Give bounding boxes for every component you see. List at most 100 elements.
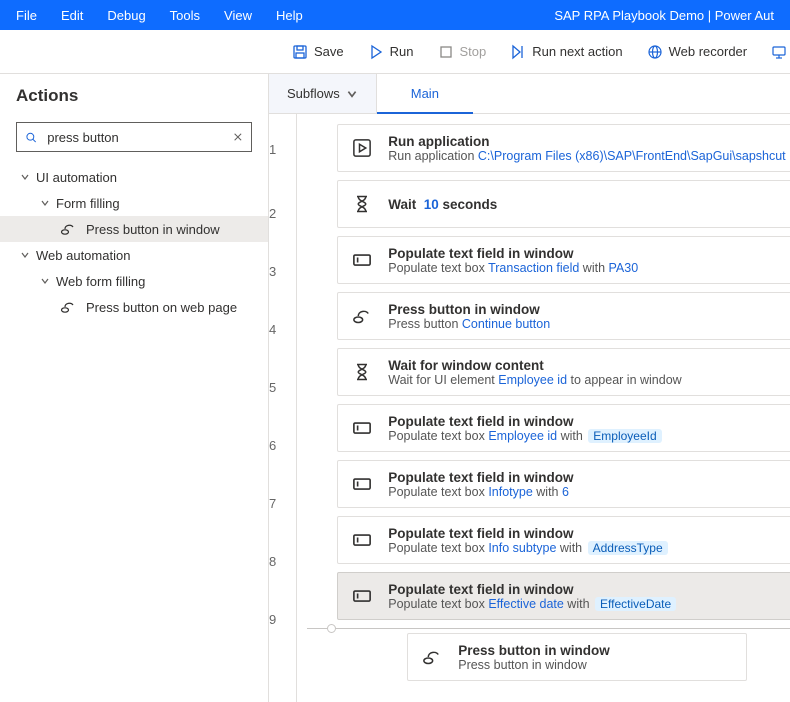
press-icon [422, 647, 442, 667]
flow-step[interactable]: Populate text field in window Populate t… [337, 460, 790, 508]
tree-label: Form filling [56, 196, 120, 211]
step-title: Press button in window [458, 643, 610, 658]
tree-label: Press button on web page [86, 300, 237, 315]
step-detail: Populate text box Transaction field with… [388, 261, 638, 275]
step-detail: Wait for UI element Employee id to appea… [388, 373, 681, 387]
menu-edit[interactable]: Edit [61, 8, 83, 23]
line-number: 7 [269, 474, 296, 532]
line-number: 9 [269, 590, 296, 648]
tab-strip: Subflows Main [269, 74, 790, 114]
play-next-icon [510, 44, 526, 60]
toolbar: Save Run Stop Run next action Web record… [0, 30, 790, 74]
flow-step[interactable]: Wait for window content Wait for UI elem… [337, 348, 790, 396]
step-title: Press button in window [388, 302, 550, 317]
menu-help[interactable]: Help [276, 8, 303, 23]
workspace: Actions UI automation Form filling Press… [0, 74, 790, 702]
step-detail: Populate text box Infotype with 6 [388, 485, 573, 499]
step-detail: Populate text box Info subtype with Addr… [388, 541, 669, 555]
run-label: Run [390, 44, 414, 59]
flow-step-inserting[interactable]: Press button in window Press button in w… [407, 633, 747, 681]
flow-step[interactable]: Populate text field in window Populate t… [337, 236, 790, 284]
flow-step[interactable]: Populate text field in window Populate t… [337, 516, 790, 564]
menu-view[interactable]: View [224, 8, 252, 23]
menu-file[interactable]: File [16, 8, 37, 23]
step-title: Populate text field in window [388, 526, 669, 541]
play-box-icon [352, 138, 372, 158]
chevron-down-icon [346, 88, 358, 100]
actions-tree: UI automation Form filling Press button … [0, 164, 268, 702]
clear-search-icon[interactable] [233, 131, 243, 143]
flow-step[interactable]: Run application Run application C:\Progr… [337, 124, 790, 172]
textbox-icon [352, 250, 372, 270]
tree-group-web-form-filling[interactable]: Web form filling [0, 268, 268, 294]
globe-icon [647, 44, 663, 60]
step-title: Populate text field in window [388, 470, 573, 485]
subflows-dropdown[interactable]: Subflows [269, 74, 377, 113]
actions-pane: Actions UI automation Form filling Press… [0, 74, 269, 702]
desktop-recorder-button[interactable]: Desktop rec [759, 30, 790, 73]
line-number: 1 [269, 114, 296, 184]
line-number-gutter: 1 2 3 4 5 6 7 8 9 [269, 114, 297, 702]
run-button[interactable]: Run [356, 30, 426, 73]
step-detail: Press button in window [458, 658, 610, 672]
step-detail: Populate text box Employee id with Emplo… [388, 429, 663, 443]
textbox-icon [352, 474, 372, 494]
line-number: 8 [269, 532, 296, 590]
hourglass-icon [352, 194, 372, 214]
flow-step[interactable]: Wait 10 seconds [337, 180, 790, 228]
insertion-marker [307, 628, 790, 629]
textbox-icon [352, 586, 372, 606]
chevron-down-icon [18, 250, 32, 260]
chevron-down-icon [18, 172, 32, 182]
tree-group-ui-automation[interactable]: UI automation [0, 164, 268, 190]
step-detail: Run application C:\Program Files (x86)\S… [388, 149, 790, 163]
tree-label: Web automation [36, 248, 130, 263]
step-detail: Populate text box Effective date with Ef… [388, 597, 678, 611]
tree-action-press-button-window[interactable]: Press button in window [0, 216, 268, 242]
step-title: Wait for window content [388, 358, 681, 373]
actions-heading: Actions [0, 74, 268, 122]
stop-icon [438, 44, 454, 60]
line-number: 5 [269, 358, 296, 416]
menubar: File Edit Debug Tools View Help SAP RPA … [0, 0, 790, 30]
tree-label: UI automation [36, 170, 117, 185]
web-recorder-label: Web recorder [669, 44, 748, 59]
tree-action-press-button-web[interactable]: Press button on web page [0, 294, 268, 320]
run-next-button[interactable]: Run next action [498, 30, 634, 73]
press-button-icon [60, 221, 76, 237]
flow-step[interactable]: Press button in window Press button Cont… [337, 292, 790, 340]
flow-body: 1 2 3 4 5 6 7 8 9 Run application Run ap… [269, 114, 790, 702]
web-recorder-button[interactable]: Web recorder [635, 30, 760, 73]
save-button[interactable]: Save [280, 30, 356, 73]
save-label: Save [314, 44, 344, 59]
line-number: 6 [269, 416, 296, 474]
textbox-icon [352, 530, 372, 550]
press-icon [352, 306, 372, 326]
hourglass-icon [352, 362, 372, 382]
stop-label: Stop [460, 44, 487, 59]
tree-group-form-filling[interactable]: Form filling [0, 190, 268, 216]
line-number: 2 [269, 184, 296, 242]
tree-group-web-automation[interactable]: Web automation [0, 242, 268, 268]
menu-items: File Edit Debug Tools View Help [16, 8, 554, 23]
press-button-icon [60, 299, 76, 315]
step-title: Populate text field in window [388, 582, 678, 597]
step-title: Wait 10 seconds [388, 197, 497, 212]
tab-main[interactable]: Main [377, 74, 473, 113]
menu-debug[interactable]: Debug [107, 8, 145, 23]
menu-tools[interactable]: Tools [170, 8, 200, 23]
steps-list: Run application Run application C:\Progr… [297, 114, 790, 702]
search-icon [25, 130, 37, 145]
chevron-down-icon [38, 198, 52, 208]
flow-step[interactable]: Populate text field in window Populate t… [337, 572, 790, 620]
textbox-icon [352, 418, 372, 438]
step-title: Populate text field in window [388, 246, 638, 261]
chevron-down-icon [38, 276, 52, 286]
desktop-icon [771, 44, 787, 60]
search-input[interactable] [45, 129, 225, 146]
document-title: SAP RPA Playbook Demo | Power Aut [554, 8, 774, 23]
save-icon [292, 44, 308, 60]
line-number: 4 [269, 300, 296, 358]
flow-step[interactable]: Populate text field in window Populate t… [337, 404, 790, 452]
search-box[interactable] [16, 122, 252, 152]
